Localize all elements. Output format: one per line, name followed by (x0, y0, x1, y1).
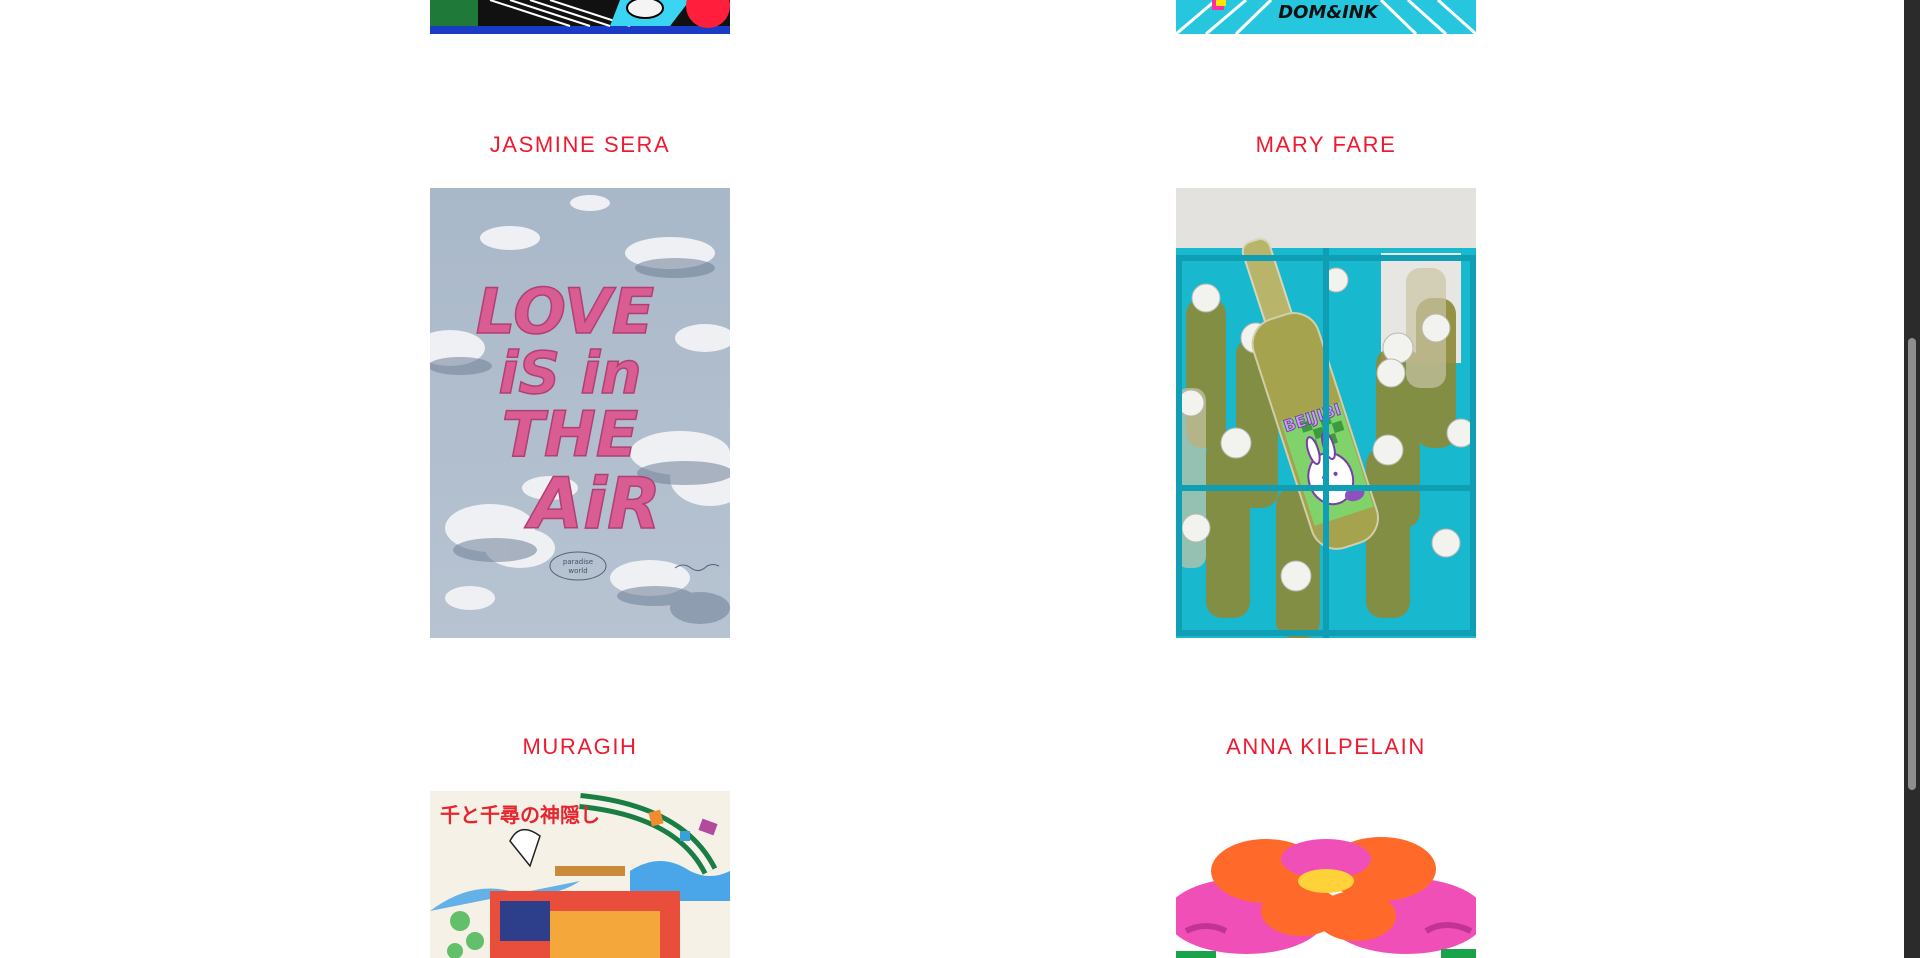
artwork-text-line: iS in (498, 339, 641, 407)
flower-artwork (1176, 791, 1476, 958)
paradise-world-logo: paradise (563, 558, 593, 566)
artwork-card-top-left[interactable] (430, 0, 730, 34)
artist-name[interactable]: ANNA KILPELAIN (1176, 734, 1476, 760)
poster-signature: DOM&INK (1278, 2, 1380, 23)
love-is-in-the-air-poster: LOVE iS in THE AiR paradise world (430, 188, 730, 638)
artwork-text-line: AiR (524, 463, 661, 545)
poster-title: 千と千尋の神隠し (440, 803, 600, 827)
artwork-card-top-right[interactable]: DOM&INK (1176, 0, 1476, 34)
artwork-card-mary-fare[interactable]: BEIJIBI (1176, 188, 1476, 638)
artist-name[interactable]: MURAGIH (430, 734, 730, 760)
artwork-text-line: THE (502, 398, 639, 471)
gallery-page: DOM&INK JASMINE SERA MARY FARE LOVE iS i… (0, 0, 1904, 958)
spirited-away-poster: 千と千尋の神隠し (430, 791, 730, 958)
artist-name[interactable]: JASMINE SERA (430, 132, 730, 158)
comic-poster-image: DOM&INK (1176, 0, 1476, 34)
artwork-card-muragih[interactable]: 千と千尋の神隠し (430, 791, 730, 958)
scrollbar-thumb[interactable] (1908, 338, 1916, 790)
bottle-crate-photo: BEIJIBI (1176, 188, 1476, 638)
artist-name[interactable]: MARY FARE (1176, 132, 1476, 158)
artwork-card-jasmine-sera[interactable]: LOVE iS in THE AiR paradise world (430, 188, 730, 638)
paradise-world-logo: world (568, 567, 587, 575)
abstract-poster-image (430, 0, 730, 34)
artwork-text-line: LOVE (476, 275, 654, 348)
artwork-card-anna-kilpelain[interactable] (1176, 791, 1476, 958)
scrollbar[interactable] (1904, 0, 1920, 958)
